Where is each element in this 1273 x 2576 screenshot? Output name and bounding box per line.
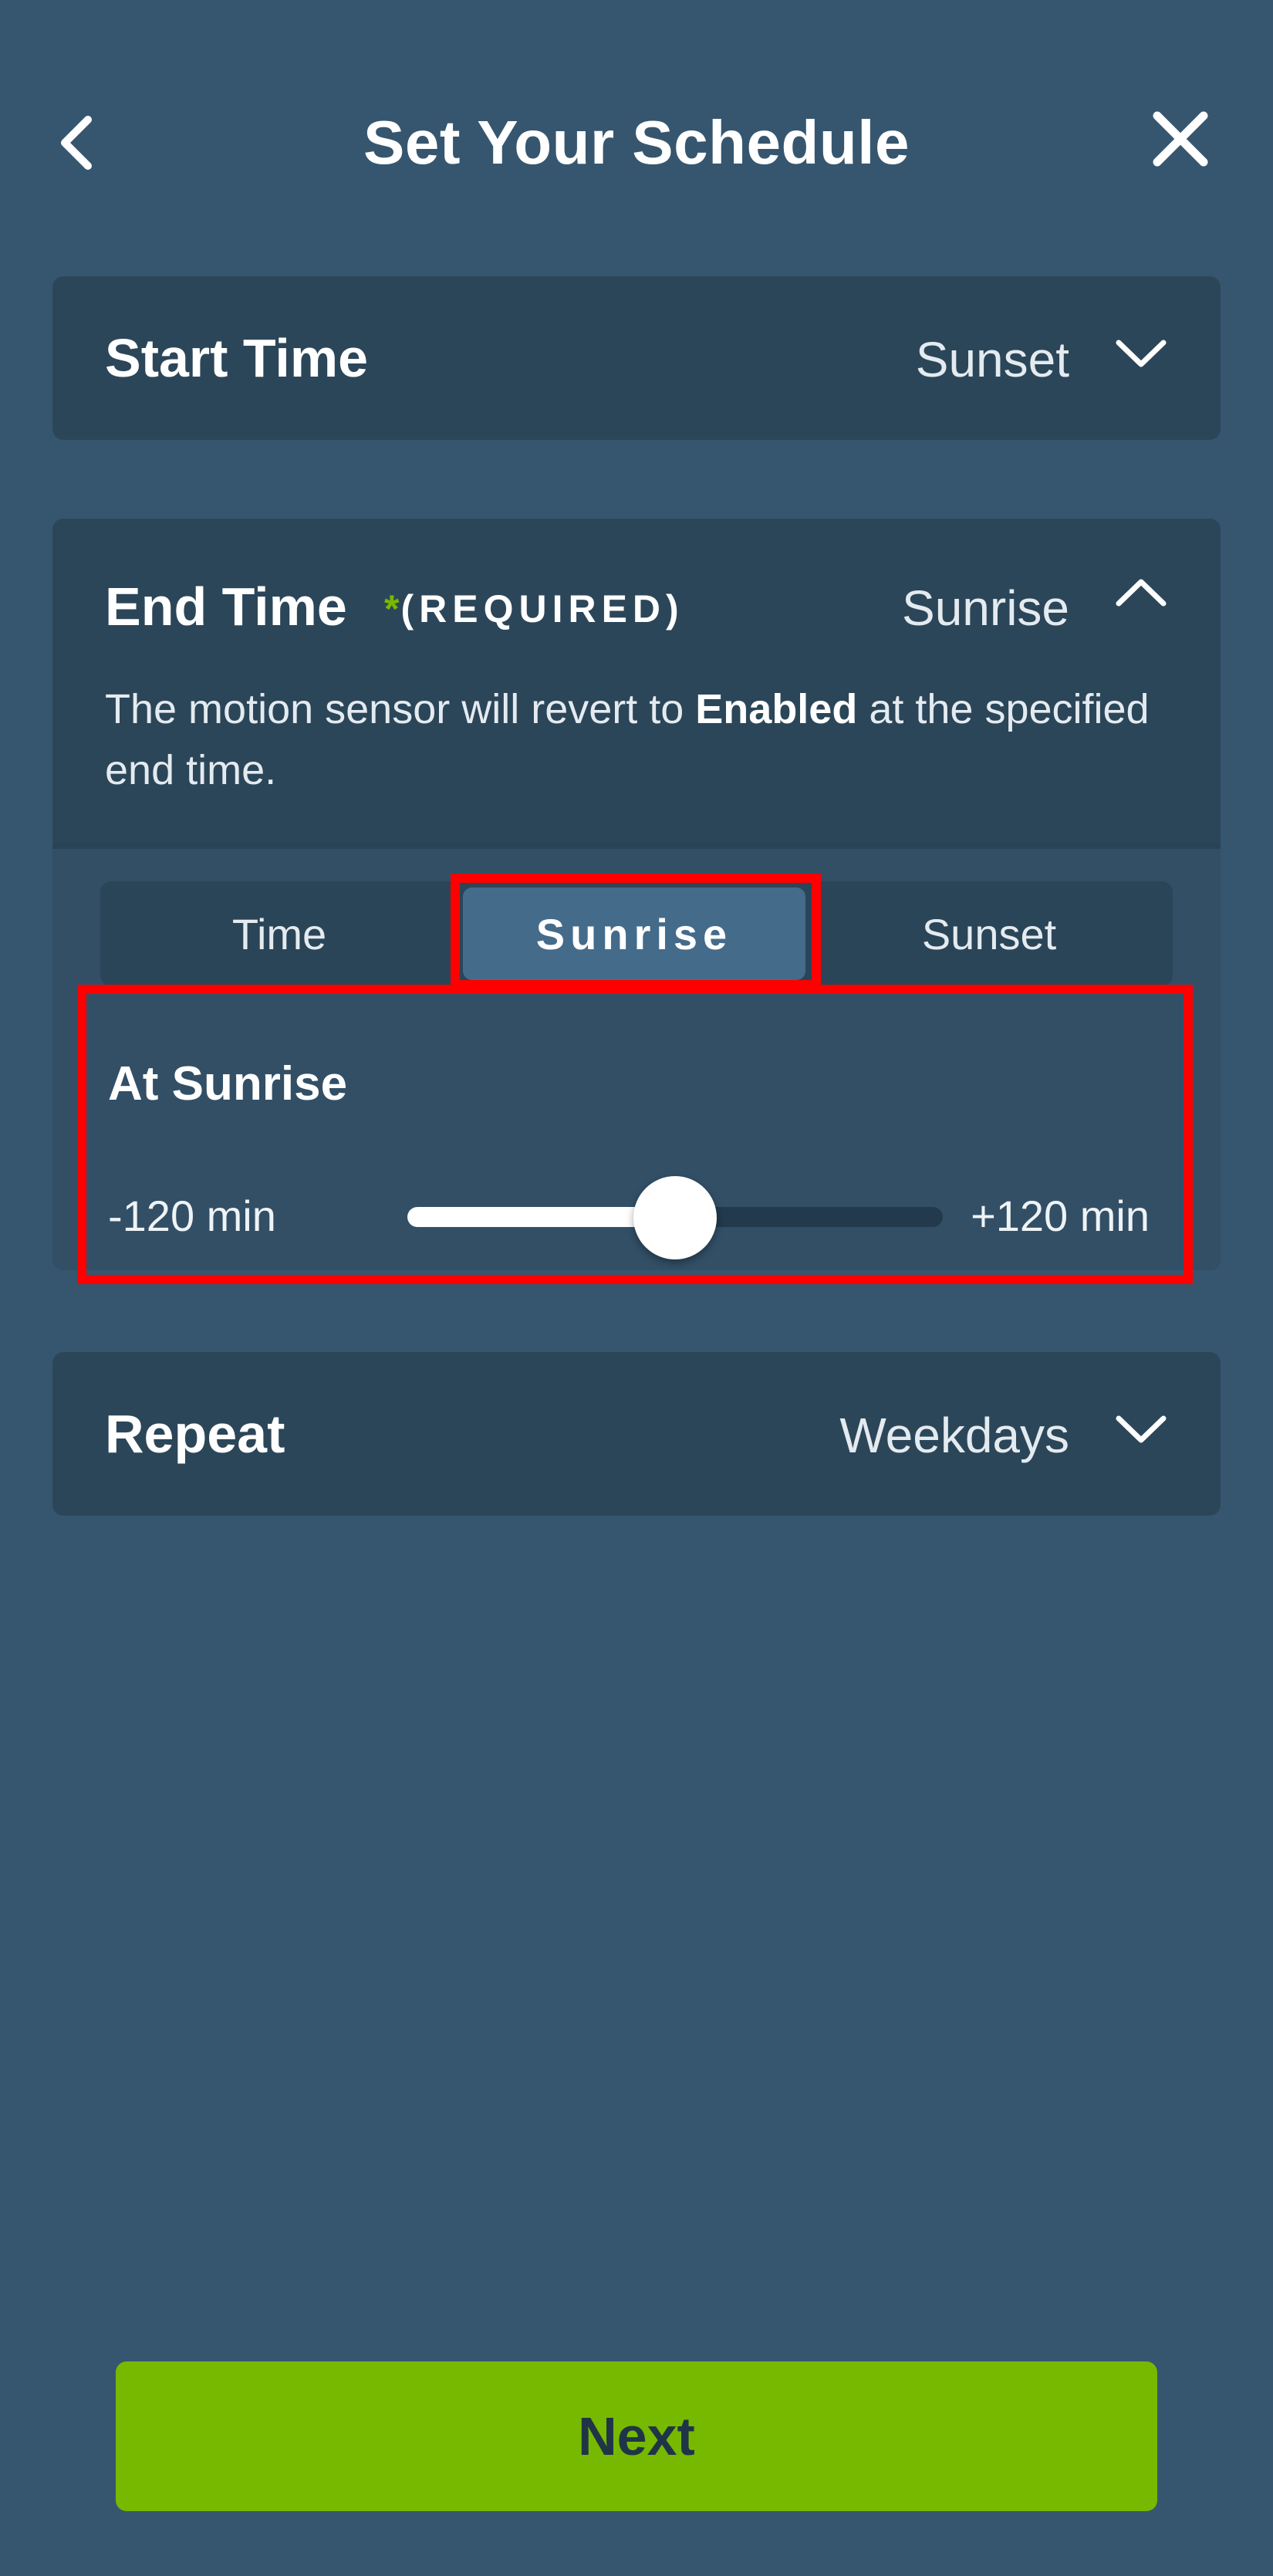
divider [52, 843, 1221, 849]
repeat-title: Repeat [105, 1404, 285, 1464]
tab-sunset[interactable]: Sunset [818, 887, 1160, 980]
chevron-down-icon [1116, 1415, 1167, 1443]
close-button[interactable] [1142, 96, 1219, 181]
required-star: * [384, 587, 401, 630]
slider-max-label: +120 min [971, 1192, 1150, 1240]
required-indicator: *(REQUIRED) [384, 582, 684, 636]
end-time-title: End Time [105, 576, 347, 637]
end-time-header[interactable]: End Time *(REQUIRED) Sunrise The motion … [52, 519, 1221, 843]
repeat-dropdown[interactable]: Repeat Weekdays [52, 1352, 1221, 1516]
end-time-value: Sunrise [902, 580, 1069, 636]
repeat-value: Weekdays [839, 1408, 1069, 1463]
chevron-up-icon [1116, 579, 1167, 607]
offset-heading: At Sunrise [108, 1057, 348, 1111]
required-label: (REQUIRED) [400, 587, 684, 630]
start-time-dropdown[interactable]: Start Time Sunset [52, 276, 1221, 440]
chevron-left-icon [61, 116, 92, 170]
end-time-options: Time Sunrise Sunset At Sunrise -120 min … [52, 843, 1221, 1270]
close-icon [1153, 111, 1208, 167]
next-button[interactable]: Next [116, 2361, 1157, 2511]
end-time-mode-selector: Time Sunrise Sunset [100, 881, 1173, 986]
page-title: Set Your Schedule [363, 108, 910, 177]
header: Set Your Schedule [0, 0, 1273, 286]
tab-time[interactable]: Time [108, 887, 451, 980]
offset-slider[interactable] [407, 1176, 943, 1259]
end-time-section: End Time *(REQUIRED) Sunrise The motion … [52, 519, 1221, 1270]
end-time-description: The motion sensor will revert to Enabled… [105, 686, 1150, 793]
start-time-title: Start Time [105, 328, 369, 388]
back-button[interactable] [46, 100, 108, 185]
tab-sunrise[interactable]: Sunrise [463, 887, 805, 980]
slider-min-label: -120 min [108, 1192, 276, 1240]
slider-thumb[interactable] [633, 1176, 717, 1259]
start-time-value: Sunset [915, 332, 1069, 387]
chevron-down-icon [1116, 340, 1167, 367]
